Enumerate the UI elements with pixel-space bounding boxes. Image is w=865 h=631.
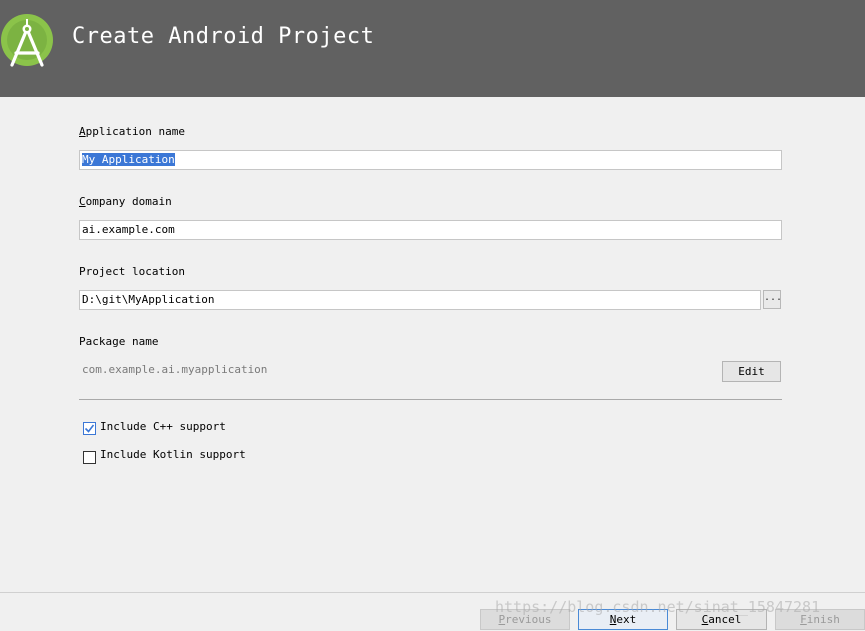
edit-package-button[interactable]: Edit — [722, 361, 781, 382]
application-name-input[interactable]: My Application — [79, 150, 782, 170]
project-location-label: Project location — [79, 265, 185, 278]
project-location-input[interactable]: D:\git\MyApplication — [79, 290, 761, 310]
include-cpp-label: Include C++ support — [100, 420, 226, 433]
package-name-value: com.example.ai.myapplication — [82, 363, 268, 376]
application-name-label: Application name — [79, 125, 185, 138]
wizard-header: Create Android Project — [0, 0, 865, 97]
include-kotlin-label: Include Kotlin support — [100, 448, 246, 461]
application-name-label-rest: pplication name — [85, 125, 185, 138]
company-domain-input[interactable]: ai.example.com — [79, 220, 782, 240]
include-kotlin-checkbox[interactable] — [83, 451, 96, 464]
company-domain-label: Company domain — [79, 195, 172, 208]
company-domain-label-rest: ompany domain — [85, 195, 172, 208]
page-title: Create Android Project — [72, 24, 375, 49]
browse-location-button[interactable]: ... — [763, 290, 782, 309]
company-domain-value: ai.example.com — [82, 223, 175, 236]
watermark-text: https://blog.csdn.net/sinat_15847281 — [495, 598, 821, 616]
footer-divider — [0, 592, 865, 593]
package-name-label: Package name — [79, 335, 159, 348]
project-location-value: D:\git\MyApplication — [82, 293, 215, 306]
include-cpp-checkbox[interactable] — [83, 422, 96, 435]
application-name-value: My Application — [82, 153, 175, 166]
checkmark-icon — [84, 424, 95, 433]
section-divider — [79, 399, 782, 400]
android-studio-logo-icon — [1, 14, 53, 67]
